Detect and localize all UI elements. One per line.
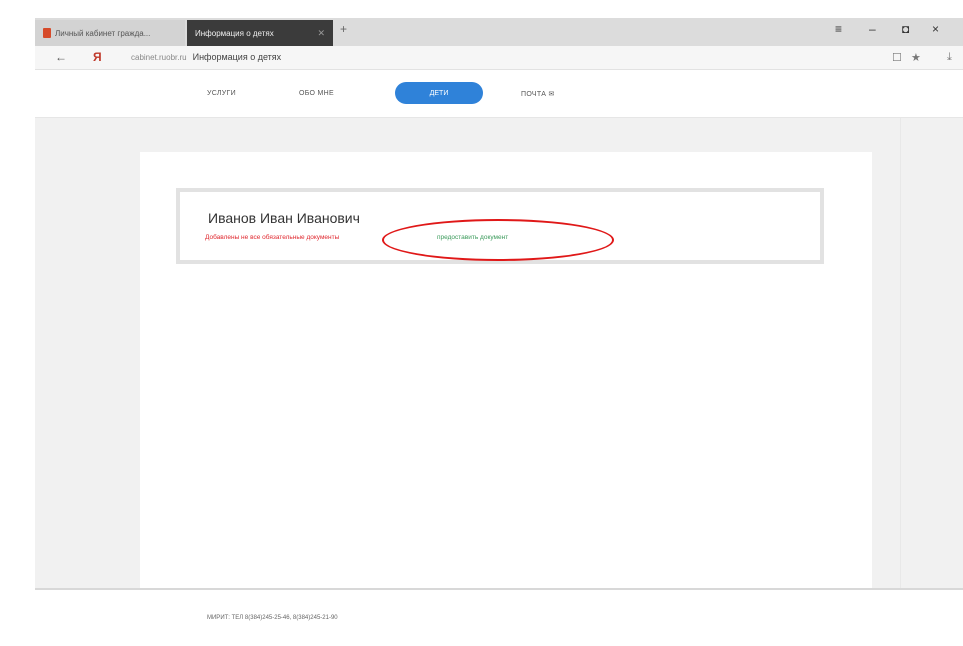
browser-logo-icon[interactable]: Я xyxy=(93,50,102,64)
tab-label: Информация о детях xyxy=(195,28,274,38)
annotation-ellipse xyxy=(382,219,614,261)
page-footer: МИРИТ: ТЕЛ 8(384)245-25-46, 8(384)245-21… xyxy=(35,588,963,646)
tab-label: Личный кабинет гражда... xyxy=(55,28,151,38)
browser-tab-children[interactable]: Информация о детях ✕ xyxy=(187,20,333,46)
maximize-button[interactable]: ◘ xyxy=(902,22,909,36)
site-navigation: УСЛУГИ ОБО МНЕ ДЕТИ ПОЧТА ✉ xyxy=(35,70,963,118)
url-domain: cabinet.ruobr.ru xyxy=(131,53,187,62)
browser-menu-icon[interactable]: ≡ xyxy=(835,22,842,36)
back-icon[interactable]: ← xyxy=(55,50,67,64)
close-window-button[interactable]: × xyxy=(932,22,939,36)
nav-item-services[interactable]: УСЛУГИ xyxy=(207,90,236,97)
mail-icon: ✉ xyxy=(548,91,555,98)
minimize-button[interactable]: – xyxy=(869,22,876,36)
bookmark-star-icon[interactable]: ★ xyxy=(911,51,921,64)
browser-tab-strip: Личный кабинет гражда... Информация о де… xyxy=(35,18,963,46)
browser-tab-cabinet[interactable]: Личный кабинет гражда... xyxy=(35,20,185,46)
url-field[interactable]: cabinet.ruobr.ru Информация о детях xyxy=(131,52,281,62)
child-name: Иванов Иван Иванович xyxy=(208,210,360,226)
url-page-title: Информация о детях xyxy=(192,52,282,62)
nav-item-about-me[interactable]: ОБО МНЕ xyxy=(299,90,334,97)
tab-close-icon[interactable]: ✕ xyxy=(317,28,325,39)
footer-contacts: МИРИТ: ТЕЛ 8(384)245-25-46, 8(384)245-21… xyxy=(207,615,338,621)
download-icon[interactable]: ⤓ xyxy=(947,51,952,64)
nav-item-label: ДЕТИ xyxy=(429,89,449,97)
nav-item-mail[interactable]: ПОЧТА ✉ xyxy=(521,90,555,98)
nav-item-children[interactable]: ДЕТИ xyxy=(395,82,483,104)
divider xyxy=(900,118,901,588)
missing-documents-warning: Добавлены не все обязательные документы xyxy=(205,234,340,241)
reader-mode-icon[interactable]: ☐ xyxy=(892,51,902,64)
address-bar: ← Я cabinet.ruobr.ru Информация о детях ☐… xyxy=(35,46,963,70)
new-tab-button[interactable]: + xyxy=(340,22,347,36)
site-favicon-icon xyxy=(43,28,51,38)
nav-item-label: ПОЧТА xyxy=(521,91,547,98)
